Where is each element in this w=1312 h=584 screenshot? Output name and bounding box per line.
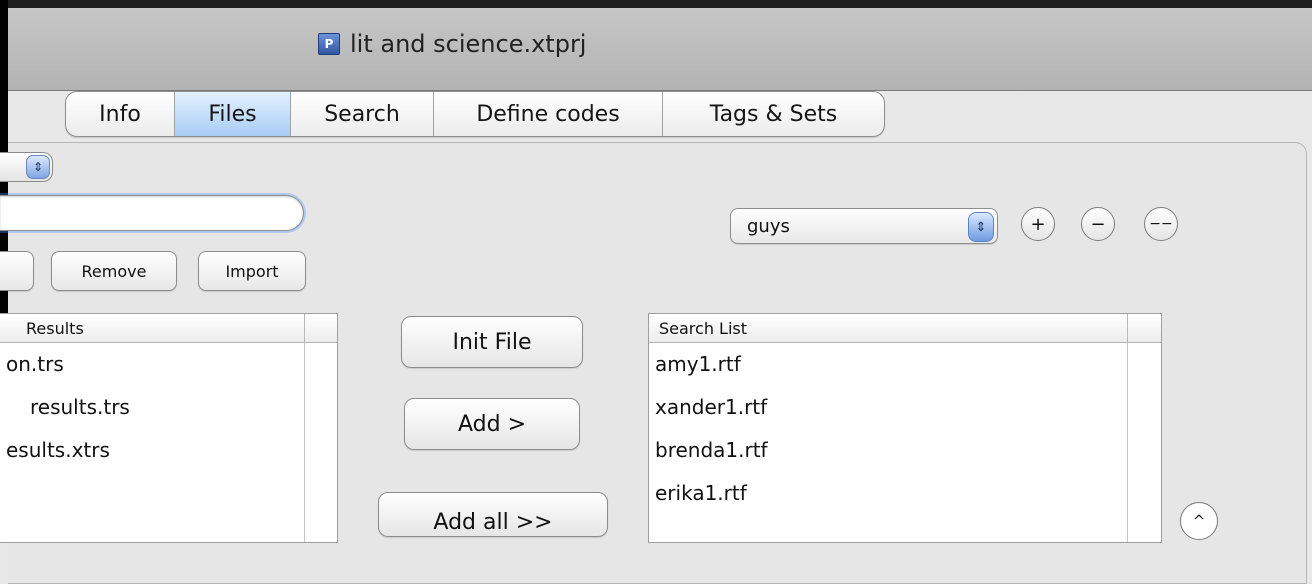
popup-stepper-icon: ⇕ <box>968 212 994 242</box>
add-search-list-button[interactable]: + <box>1021 207 1055 241</box>
results-list-header: Results <box>0 314 337 343</box>
clear-search-list-button[interactable]: −− <box>1144 207 1178 241</box>
search-list-popup[interactable]: guys ⇕ <box>730 208 998 244</box>
results-list-item[interactable]: results.trs <box>0 386 337 429</box>
results-list-item[interactable]: esults.xtrs <box>0 429 337 472</box>
remove-button[interactable]: Remove <box>51 251 177 291</box>
scroll-up-button[interactable]: ^ <box>1180 502 1218 540</box>
search-list-header: Search List <box>649 314 1161 343</box>
tab-search[interactable]: Search <box>291 92 434 136</box>
import-button[interactable]: Import <box>198 251 306 291</box>
results-list-item[interactable]: on.trs <box>0 343 337 386</box>
popup-selected-value: guys <box>747 215 790 237</box>
tab-define-codes[interactable]: Define codes <box>434 92 663 136</box>
search-list-header-separator <box>1127 314 1128 342</box>
results-list: Results on.trs results.trs esults.xtrs <box>0 313 338 543</box>
search-list-item[interactable]: xander1.rtf <box>649 386 1161 429</box>
tab-tags-and-sets[interactable]: Tags & Sets <box>663 92 884 136</box>
add-button[interactable]: Add > <box>404 398 580 450</box>
init-file-button[interactable]: Init File <box>401 316 583 368</box>
partial-left-button[interactable] <box>0 251 34 291</box>
tab-info[interactable]: Info <box>66 92 175 136</box>
window-title: lit and science.xtprj <box>350 30 587 58</box>
search-list-scrollbar-track[interactable] <box>1127 343 1128 542</box>
search-list-items: amy1.rtf xander1.rtf brenda1.rtf erika1.… <box>649 343 1161 515</box>
remove-search-list-button[interactable]: − <box>1081 207 1115 241</box>
file-type-selector[interactable]: ⇕ <box>0 152 53 182</box>
tab-files[interactable]: Files <box>175 92 291 136</box>
search-list: Search List amy1.rtf xander1.rtf brenda1… <box>648 313 1162 543</box>
results-scrollbar-track[interactable] <box>304 343 305 542</box>
file-search-input[interactable] <box>0 195 304 231</box>
project-document-icon: P <box>318 33 340 55</box>
add-all-button[interactable]: Add all >> <box>378 492 608 537</box>
selector-stepper-icon: ⇕ <box>26 155 50 179</box>
main-tab-bar: Info Files Search Define codes Tags & Se… <box>65 91 885 137</box>
search-list-item[interactable]: erika1.rtf <box>649 472 1161 515</box>
results-header-separator <box>304 314 305 342</box>
window-title-group: P lit and science.xtprj <box>318 24 586 64</box>
results-items: on.trs results.trs esults.xtrs <box>0 343 337 472</box>
search-list-item[interactable]: brenda1.rtf <box>649 429 1161 472</box>
search-list-item[interactable]: amy1.rtf <box>649 343 1161 386</box>
title-bar: P lit and science.xtprj <box>8 0 1312 91</box>
